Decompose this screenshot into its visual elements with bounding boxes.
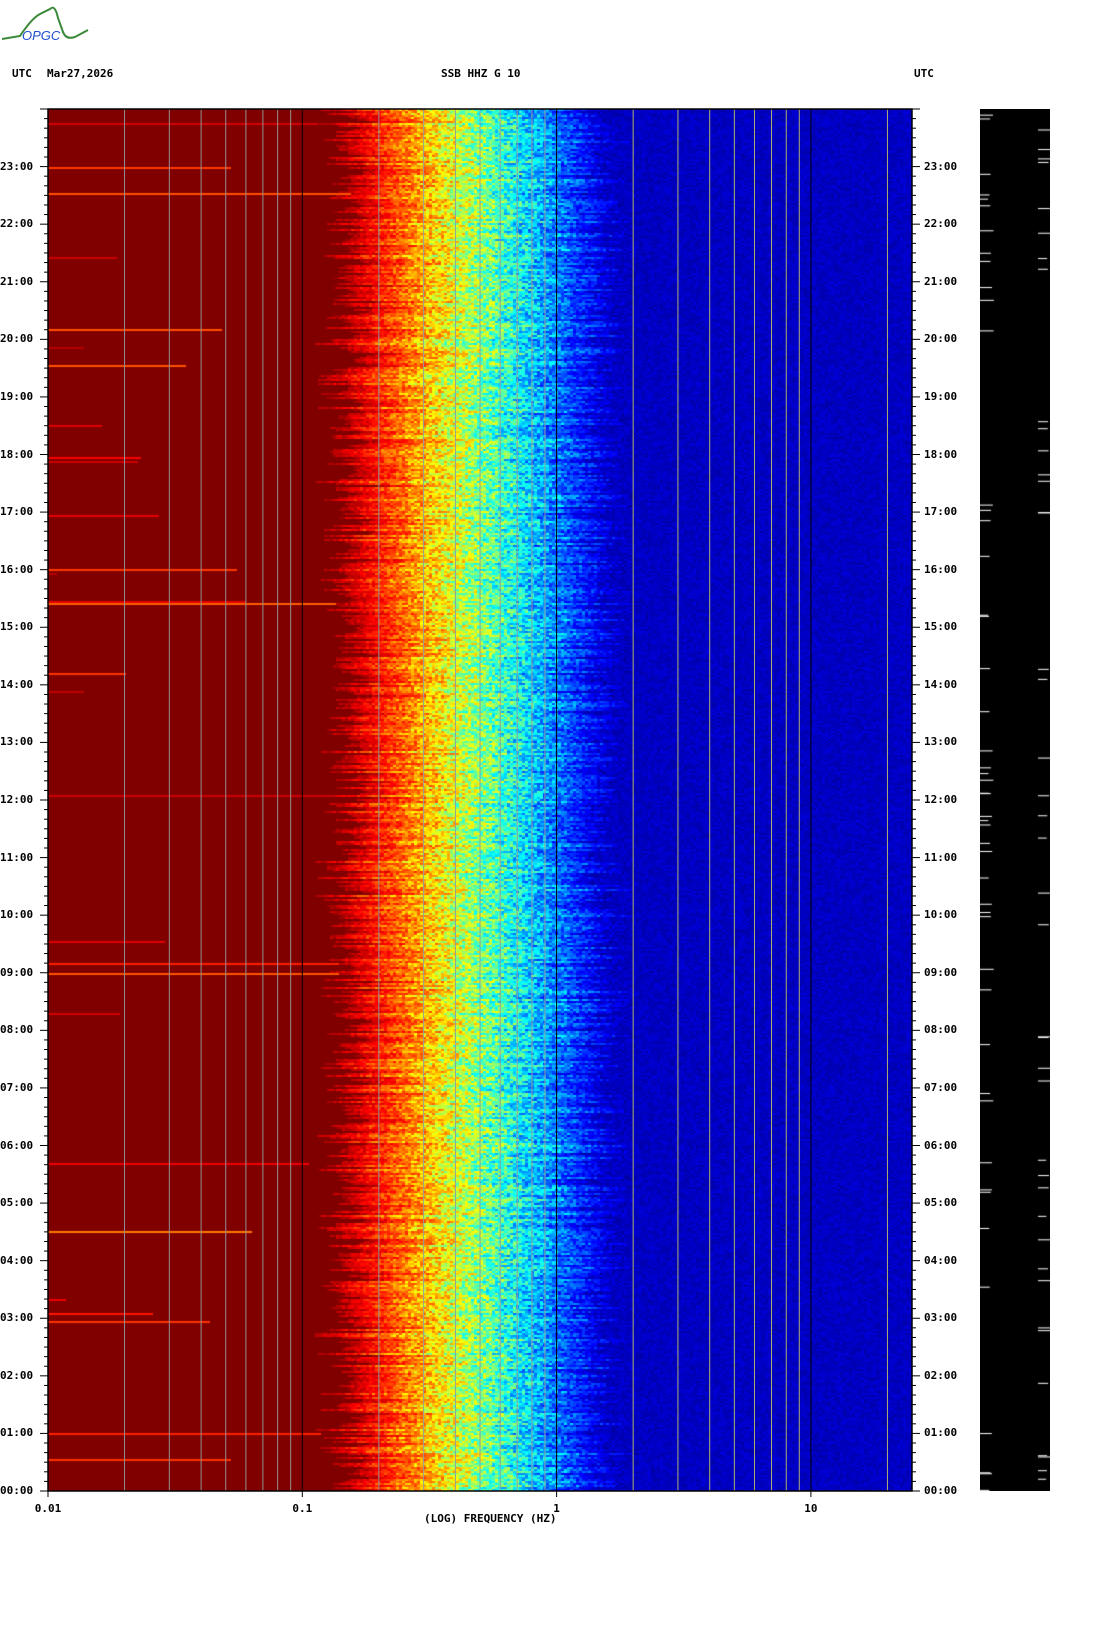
axes-overlay [40, 108, 920, 1497]
y-tick-label-right: 19:00 [924, 389, 958, 403]
y-tick-label-left: 09:00 [0, 965, 34, 979]
y-tick-label-right: 02:00 [924, 1368, 958, 1382]
y-tick-label-right: 20:00 [924, 332, 958, 346]
y-tick-label-right: 14:00 [924, 677, 958, 691]
y-tick-label-left: 23:00 [0, 159, 34, 173]
y-tick-label-left: 20:00 [0, 332, 34, 346]
y-tick-label-left: 07:00 [0, 1080, 34, 1094]
y-tick-label-left: 12:00 [0, 793, 34, 806]
y-tick-label-left: 13:00 [0, 735, 34, 749]
y-tick-label-right: 23:00 [924, 159, 958, 173]
y-tick-label-left: 22:00 [0, 217, 34, 231]
x-tick-label: 10 [804, 1502, 818, 1515]
y-tick-label-right: 18:00 [924, 447, 958, 461]
y-tick-label-left: 11:00 [0, 850, 34, 864]
y-tick-label-left: 04:00 [0, 1253, 34, 1267]
y-tick-label-left: 00:00 [0, 1484, 34, 1497]
y-tick-label-right: 12:00 [924, 793, 958, 806]
x-tick-label: 0.01 [34, 1502, 62, 1515]
y-tick-label-left: 03:00 [0, 1311, 34, 1325]
y-tick-label-left: 06:00 [0, 1138, 34, 1152]
y-tick-label-right: 15:00 [924, 620, 958, 634]
y-tick-label-right: 05:00 [924, 1196, 958, 1210]
y-tick-label-right: 10:00 [924, 908, 958, 922]
y-tick-label-left: 17:00 [0, 505, 34, 519]
y-tick-label-right: 16:00 [924, 562, 958, 576]
y-tick-label-left: 18:00 [0, 447, 34, 461]
y-tick-label-right: 07:00 [924, 1080, 958, 1094]
y-tick-label-left: 14:00 [0, 677, 34, 691]
y-tick-label-right: 01:00 [924, 1426, 958, 1440]
y-tick-label-left: 10:00 [0, 908, 34, 922]
y-tick-label-left: 02:00 [0, 1368, 34, 1382]
y-tick-label-right: 08:00 [924, 1023, 958, 1037]
x-tick-label: 0.1 [292, 1502, 313, 1515]
x-axis-label: (LOG) FREQUENCY (HZ) [424, 1512, 557, 1525]
y-tick-label-right: 00:00 [924, 1484, 958, 1497]
y-tick-label-left: 05:00 [0, 1196, 34, 1210]
y-tick-label-left: 01:00 [0, 1426, 34, 1440]
y-tick-label-right: 21:00 [924, 274, 958, 288]
y-tick-label-right: 17:00 [924, 505, 958, 519]
y-tick-label-left: 16:00 [0, 562, 34, 576]
y-tick-label-right: 11:00 [924, 850, 958, 864]
y-tick-label-left: 08:00 [0, 1023, 34, 1037]
y-tick-label-right: 13:00 [924, 735, 958, 749]
y-tick-label-left: 21:00 [0, 274, 34, 288]
y-tick-label-right: 06:00 [924, 1138, 958, 1152]
y-tick-label-right: 03:00 [924, 1311, 958, 1325]
y-tick-label-right: 22:00 [924, 217, 958, 231]
y-tick-label-left: 19:00 [0, 389, 34, 403]
y-tick-label-left: 15:00 [0, 620, 34, 634]
y-tick-label-right: 04:00 [924, 1253, 958, 1267]
y-tick-label-right: 09:00 [924, 965, 958, 979]
